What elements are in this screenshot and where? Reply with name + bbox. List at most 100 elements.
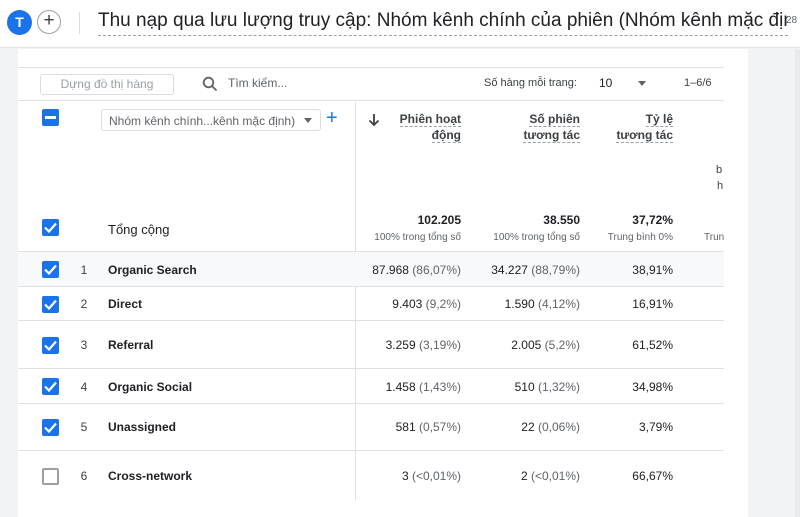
row-engaged: 1.590 (4,12%) bbox=[505, 297, 580, 311]
header-divider bbox=[79, 12, 80, 34]
total-engagement-rate-sub: Trung bình 0% bbox=[607, 232, 673, 243]
table-row[interactable]: 6 Cross-network 3 (<0,01%) 2 (<0,01%) 66… bbox=[18, 451, 724, 500]
column-header-engagement-rate[interactable]: Tỷ lệ tương tác bbox=[608, 111, 673, 143]
row-checkbox[interactable] bbox=[42, 337, 59, 354]
row-checkbox[interactable] bbox=[42, 261, 59, 278]
table-row[interactable]: 2 Direct 9.403 (9,2%) 1.590 (4,12%) 16,9… bbox=[18, 287, 724, 321]
table-row[interactable]: 1 Organic Search 87.968 (86,07%) 34.227 … bbox=[18, 252, 724, 287]
data-table-card: Dựng đồ thị hàng Tìm kiếm... Số hàng mỗi… bbox=[18, 49, 748, 517]
row-engaged: 34.227 (88,79%) bbox=[491, 263, 580, 277]
row-engagement-rate: 3,79% bbox=[638, 420, 673, 434]
report-header: T + Thu nạp qua lưu lượng truy cập: Nhóm… bbox=[0, 0, 800, 48]
total-sessions-sub: 100% trong tổng số bbox=[374, 232, 461, 243]
column-header-rate-line1: Tỷ lệ bbox=[645, 112, 673, 127]
row-sessions-value: 1.458 bbox=[385, 380, 416, 394]
row-index: 6 bbox=[80, 469, 88, 483]
row-checkbox[interactable] bbox=[42, 296, 59, 313]
row-engagement-rate: 66,67% bbox=[632, 469, 673, 483]
row-checkbox[interactable] bbox=[42, 468, 59, 485]
row-sessions: 581 (0,57%) bbox=[396, 420, 461, 434]
add-dimension-button[interactable]: + bbox=[326, 108, 338, 128]
row-engaged-value: 510 bbox=[514, 380, 535, 394]
total-engaged-sessions: 38.550 bbox=[543, 213, 580, 227]
rows-per-page-select[interactable]: 10 bbox=[599, 76, 612, 90]
row-sessions: 9.403 (9,2%) bbox=[392, 297, 461, 311]
add-comparison-button[interactable]: + bbox=[37, 10, 61, 34]
table-row[interactable]: 4 Organic Social 1.458 (1,43%) 510 (1,32… bbox=[18, 369, 724, 404]
table-row[interactable]: 3 Referral 3.259 (3,19%) 2.005 (5,2%) 61… bbox=[18, 321, 724, 369]
row-engaged-pct: (5,2%) bbox=[544, 338, 580, 352]
row-sessions-value: 9.403 bbox=[392, 297, 423, 311]
row-dimension: Organic Social bbox=[108, 380, 193, 394]
row-checkbox[interactable] bbox=[42, 378, 59, 395]
row-sessions-value: 3.259 bbox=[385, 338, 416, 352]
row-sessions-pct: (3,19%) bbox=[418, 338, 461, 352]
row-checkbox[interactable] bbox=[42, 419, 59, 436]
column-header-engaged-sessions[interactable]: Số phiên tương tác bbox=[498, 111, 580, 143]
row-index: 4 bbox=[80, 380, 88, 394]
row-dimension: Organic Search bbox=[108, 263, 197, 277]
dimension-selector-label: Nhóm kênh chính...kênh mặc định) bbox=[109, 114, 296, 128]
date-range-fragment[interactable]: 28 bbox=[786, 15, 797, 26]
sort-descending-icon[interactable] bbox=[368, 113, 380, 127]
partial-column-header: h bbox=[717, 180, 724, 192]
page-scrollbar[interactable] bbox=[795, 49, 800, 517]
row-engaged: 2.005 (5,2%) bbox=[511, 338, 580, 352]
row-engaged-value: 2.005 bbox=[511, 338, 542, 352]
search-input[interactable]: Tìm kiếm... bbox=[228, 76, 287, 90]
column-header-sessions-line2: động bbox=[431, 128, 461, 143]
plot-rows-button[interactable]: Dựng đồ thị hàng bbox=[40, 74, 174, 95]
column-header-sessions-line1: Phiên hoạt bbox=[399, 112, 461, 127]
row-engaged-pct: (4,12%) bbox=[537, 297, 580, 311]
total-engaged-sub: 100% trong tổng số bbox=[493, 232, 580, 243]
report-title[interactable]: Thu nạp qua lưu lượng truy cập: Nhóm kên… bbox=[98, 9, 788, 36]
totals-checkbox[interactable] bbox=[42, 219, 59, 236]
table-toolbar: Dựng đồ thị hàng Tìm kiếm... Số hàng mỗi… bbox=[18, 67, 724, 101]
pagination-info: 1–6/6 bbox=[684, 77, 712, 89]
partial-total-sub: Trun bbox=[704, 232, 725, 243]
row-sessions: 3.259 (3,19%) bbox=[386, 338, 461, 352]
totals-row: Tổng cộng 102.205 100% trong tổng số 38.… bbox=[18, 199, 724, 252]
row-engaged: 22 (0,06%) bbox=[521, 420, 580, 434]
chevron-down-icon[interactable] bbox=[638, 81, 646, 86]
row-engaged: 510 (1,32%) bbox=[515, 380, 580, 394]
column-header-engaged-line1: Số phiên bbox=[529, 112, 580, 127]
table-row[interactable]: 5 Unassigned 581 (0,57%) 22 (0,06%) 3,79… bbox=[18, 404, 724, 451]
partial-column-header: b bbox=[716, 164, 723, 176]
row-engaged-pct: (88,79%) bbox=[531, 263, 580, 277]
rows-per-page-label: Số hàng mỗi trang: bbox=[484, 77, 577, 89]
row-engagement-rate: 34,98% bbox=[632, 380, 673, 394]
avatar[interactable]: T bbox=[7, 10, 32, 35]
row-engagement-rate: 61,52% bbox=[632, 338, 673, 352]
row-sessions-pct: (0,57%) bbox=[418, 420, 461, 434]
row-dimension: Cross-network bbox=[108, 469, 193, 483]
row-index: 1 bbox=[80, 263, 88, 277]
row-sessions-pct: (1,43%) bbox=[418, 380, 461, 394]
row-engaged-pct: (0,06%) bbox=[537, 420, 580, 434]
row-sessions-pct: (9,2%) bbox=[425, 297, 461, 311]
row-sessions: 1.458 (1,43%) bbox=[386, 380, 461, 394]
chevron-down-icon bbox=[304, 118, 312, 123]
row-engaged-value: 22 bbox=[521, 420, 535, 434]
row-sessions-pct: (86,07%) bbox=[412, 263, 461, 277]
dimension-selector[interactable]: Nhóm kênh chính...kênh mặc định) bbox=[101, 109, 321, 131]
row-engaged-pct: (1,32%) bbox=[537, 380, 580, 394]
row-sessions-value: 581 bbox=[395, 420, 416, 434]
row-engaged-pct: (<0,01%) bbox=[530, 469, 580, 483]
row-dimension: Direct bbox=[108, 297, 143, 311]
totals-label: Tổng cộng bbox=[108, 222, 170, 237]
row-sessions-pct: (<0,01%) bbox=[411, 469, 461, 483]
search-icon[interactable] bbox=[202, 76, 218, 92]
total-engagement-rate: 37,72% bbox=[632, 213, 673, 227]
column-header-rate-line2: tương tác bbox=[616, 128, 673, 143]
select-all-checkbox[interactable] bbox=[42, 109, 59, 126]
row-engaged-value: 2 bbox=[520, 469, 528, 483]
column-header-sessions[interactable]: Phiên hoạt động bbox=[388, 111, 461, 143]
column-header-engaged-line2: tương tác bbox=[523, 128, 580, 143]
row-sessions-value: 87.968 bbox=[372, 263, 409, 277]
row-dimension: Referral bbox=[108, 338, 154, 352]
row-sessions: 3 (<0,01%) bbox=[402, 469, 461, 483]
row-index: 3 bbox=[80, 338, 88, 352]
row-sessions: 87.968 (86,07%) bbox=[372, 263, 461, 277]
row-index: 5 bbox=[80, 420, 88, 434]
